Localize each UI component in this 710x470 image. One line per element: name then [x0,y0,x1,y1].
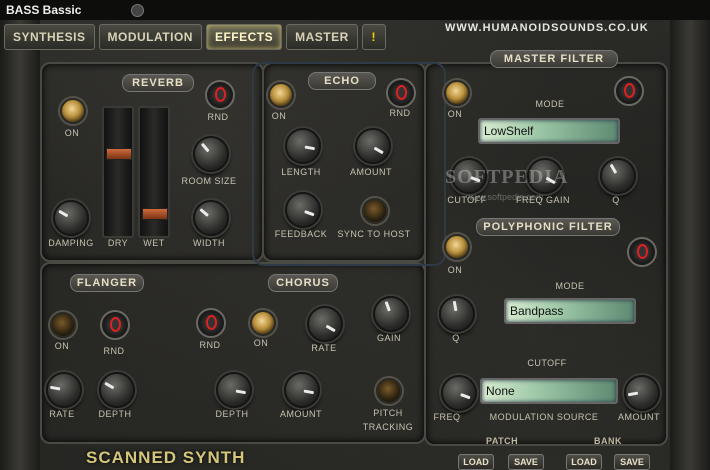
sync-to-host-label: SYNC TO HOST [337,229,411,239]
poly-gain-knob[interactable] [373,296,409,332]
reverb-dry-slider[interactable] [102,106,134,238]
tab-synthesis[interactable]: SYNTHESIS [4,24,95,50]
poly-filter-rnd-button[interactable] [627,237,657,267]
menu-dot-icon[interactable] [131,4,144,17]
flanger-on-label: ON [54,341,70,351]
damping-label: DAMPING [48,238,94,248]
chorus-rnd-label: RND [199,340,221,350]
flanger-rnd-button[interactable] [100,310,130,340]
website-label: WWW.HUMANOIDSOUNDS.CO.UK [445,22,649,34]
master-filter-title: MASTER FILTER [490,50,618,68]
flanger-title: FLANGER [70,274,144,292]
chorus-rnd-button[interactable] [196,308,226,338]
master-filter-mode-display[interactable]: LowShelf [478,118,620,144]
echo-feedback-knob[interactable] [285,192,321,228]
flanger-on-led[interactable] [50,312,76,338]
dry-slider-thumb[interactable] [106,148,132,160]
pitch-tracking-label-1: PITCH [373,408,403,418]
watermark-url: www.softpedia.com [466,192,544,202]
tab-bar: SYNTHESIS MODULATION EFFECTS MASTER ! [4,24,386,50]
poly-gain-label: GAIN [376,333,401,343]
chorus-depth-knob[interactable] [216,372,252,408]
reverb-rnd-button[interactable] [205,80,235,110]
poly-amount-label: AMOUNT [618,412,660,422]
chorus-on-label: ON [253,338,269,348]
poly-filter-on-led[interactable] [444,234,470,260]
poly-filter-mode-label: MODE [555,281,585,291]
flanger-rate-knob[interactable] [46,372,82,408]
bank-label: BANK [594,436,622,446]
chorus-amount-knob[interactable] [284,372,320,408]
echo-length-label: LENGTH [281,167,321,177]
tab-modulation[interactable]: MODULATION [98,24,202,50]
damping-knob[interactable] [53,200,89,236]
reverb-rnd-label: RND [207,112,229,122]
flanger-depth-knob[interactable] [99,372,135,408]
left-rail [0,20,40,470]
master-filter-on-led[interactable] [444,80,470,106]
modulation-source-label: MODULATION SOURCE [489,412,599,422]
dry-label: DRY [107,238,129,248]
master-filter-mode-label: MODE [535,99,565,109]
reverb-wet-slider[interactable] [138,106,170,238]
room-size-knob[interactable] [193,136,229,172]
reverb-on-led[interactable] [60,98,86,124]
width-label: WIDTH [193,238,225,248]
patch-label: PATCH [486,436,519,446]
poly-filter-mode-display[interactable]: Bandpass [504,298,636,324]
master-filter-rnd-button[interactable] [614,76,644,106]
chorus-rate-label: RATE [311,343,337,353]
pitch-tracking-led[interactable] [376,378,402,404]
poly-filter-on-label: ON [447,265,463,275]
watermark-text: SOFTPEDIA [445,166,569,188]
poly-freq-knob[interactable] [441,375,477,411]
echo-on-led[interactable] [268,82,294,108]
modulation-source-display[interactable]: None [480,378,618,404]
product-name: SCANNED SYNTH [86,448,246,467]
patch-load-button[interactable]: LOAD [458,454,494,470]
sync-to-host-led[interactable] [362,198,388,224]
chorus-title: CHORUS [268,274,338,292]
poly-amount-knob[interactable] [624,375,660,411]
echo-title: ECHO [308,72,376,90]
tab-master[interactable]: MASTER [286,24,358,50]
echo-on-label: ON [271,111,287,121]
tab-alert[interactable]: ! [361,24,386,50]
master-filter-on-label: ON [447,109,463,119]
poly-cutoff-label: CUTOFF [527,358,567,368]
echo-rnd-label: RND [389,108,411,118]
wet-label: WET [143,238,165,248]
chorus-amount-label: AMOUNT [280,409,322,419]
wet-slider-thumb[interactable] [142,208,168,220]
poly-freq-label: FREQ [433,412,461,422]
right-rail [670,20,710,470]
patch-save-button[interactable]: SAVE [508,454,544,470]
chorus-depth-label: DEPTH [215,409,249,419]
echo-amount-knob[interactable] [355,128,391,164]
echo-rnd-button[interactable] [386,78,416,108]
tab-effects[interactable]: EFFECTS [205,24,283,50]
master-q-knob[interactable] [600,158,636,194]
reverb-on-label: ON [64,128,80,138]
room-size-label: ROOM SIZE [181,176,237,186]
poly-q-knob[interactable] [439,296,475,332]
window-title: BASS Bassic [6,3,82,17]
width-knob[interactable] [193,200,229,236]
reverb-title: REVERB [122,74,194,92]
echo-length-knob[interactable] [285,128,321,164]
bank-save-button[interactable]: SAVE [614,454,650,470]
poly-q-label: Q [452,333,460,343]
master-q-label: Q [612,195,620,205]
poly-filter-title: POLYPHONIC FILTER [476,218,620,236]
title-bar: BASS Bassic [0,0,710,21]
flanger-rate-label: RATE [49,409,75,419]
pitch-tracking-label-2: TRACKING [362,422,414,432]
echo-amount-label: AMOUNT [350,167,392,177]
flanger-depth-label: DEPTH [98,409,132,419]
bank-load-button[interactable]: LOAD [566,454,602,470]
chorus-on-led[interactable] [250,310,276,336]
flanger-rnd-label: RND [103,346,125,356]
chorus-rate-knob[interactable] [307,306,343,342]
echo-feedback-label: FEEDBACK [274,229,328,239]
